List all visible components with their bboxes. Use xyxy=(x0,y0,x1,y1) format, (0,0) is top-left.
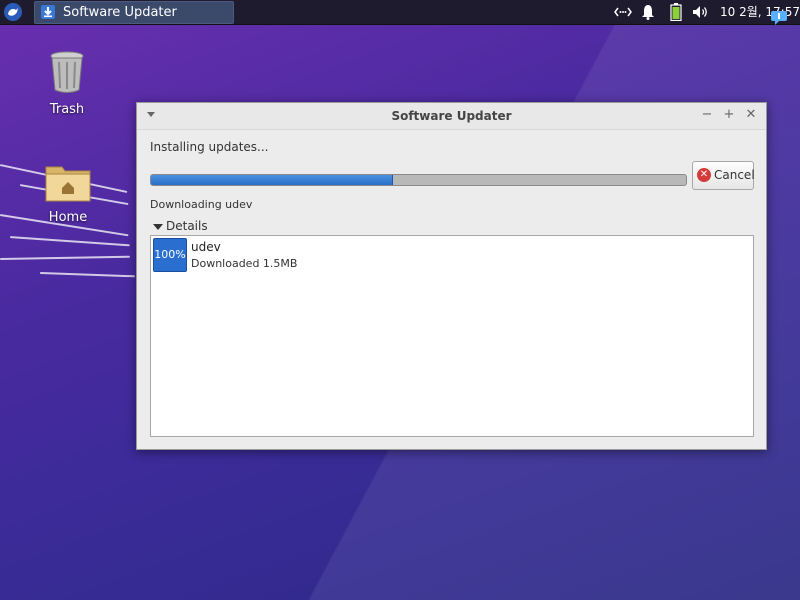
xubuntu-logo-icon[interactable] xyxy=(3,2,23,22)
status-text: Installing updates... xyxy=(150,140,269,154)
wallpaper-streak xyxy=(0,255,130,260)
desktop-icon-trash[interactable]: Trash xyxy=(27,50,107,117)
progress-bar xyxy=(150,174,687,186)
cancel-icon: ✕ xyxy=(697,168,711,182)
package-name: udev xyxy=(191,240,221,254)
progress-fill xyxy=(151,175,393,185)
trash-icon xyxy=(50,51,84,93)
desktop-icon-home[interactable]: Home xyxy=(28,162,108,225)
desktop-icon-label: Home xyxy=(48,210,88,225)
wallpaper-streak xyxy=(9,236,130,247)
taskbar-software-updater[interactable]: Software Updater xyxy=(34,1,234,24)
taskbar-label: Software Updater xyxy=(63,5,177,20)
window-title: Software Updater xyxy=(391,109,512,123)
top-panel: Software Updater 10 2월, 17:57 xyxy=(0,0,800,25)
cancel-label: Cancel xyxy=(714,168,755,182)
maximize-icon[interactable]: + xyxy=(722,108,736,122)
network-icon[interactable] xyxy=(614,5,632,19)
package-progress-badge: 100% xyxy=(153,238,187,272)
wallpaper-streak xyxy=(39,272,135,278)
desktop-icon-label: Trash xyxy=(49,102,85,117)
battery-icon[interactable] xyxy=(670,3,682,21)
window-titlebar[interactable]: Software Updater − + ✕ xyxy=(137,103,766,130)
expand-arrow-icon xyxy=(153,223,163,230)
notification-bell-icon[interactable] xyxy=(641,4,655,20)
current-action-text: Downloading udev xyxy=(150,198,253,211)
volume-icon[interactable] xyxy=(692,5,710,19)
software-updater-window: Software Updater − + ✕ Installing update… xyxy=(136,102,767,450)
package-status: Downloaded 1.5MB xyxy=(191,257,298,270)
details-list[interactable]: 100% udev Downloaded 1.5MB xyxy=(150,235,754,437)
chat-notification-icon[interactable] xyxy=(771,11,787,25)
list-item[interactable]: 100% udev Downloaded 1.5MB xyxy=(151,236,753,276)
download-arrow-icon xyxy=(41,5,55,19)
clock[interactable]: 10 2월, 17:57 xyxy=(720,0,800,24)
cancel-button[interactable]: ✕ Cancel xyxy=(692,161,755,190)
details-expander[interactable]: Details xyxy=(153,219,208,233)
details-label: Details xyxy=(166,219,208,233)
minimize-icon[interactable]: − xyxy=(700,108,714,122)
close-icon[interactable]: ✕ xyxy=(744,108,758,122)
home-folder-icon xyxy=(45,166,91,202)
